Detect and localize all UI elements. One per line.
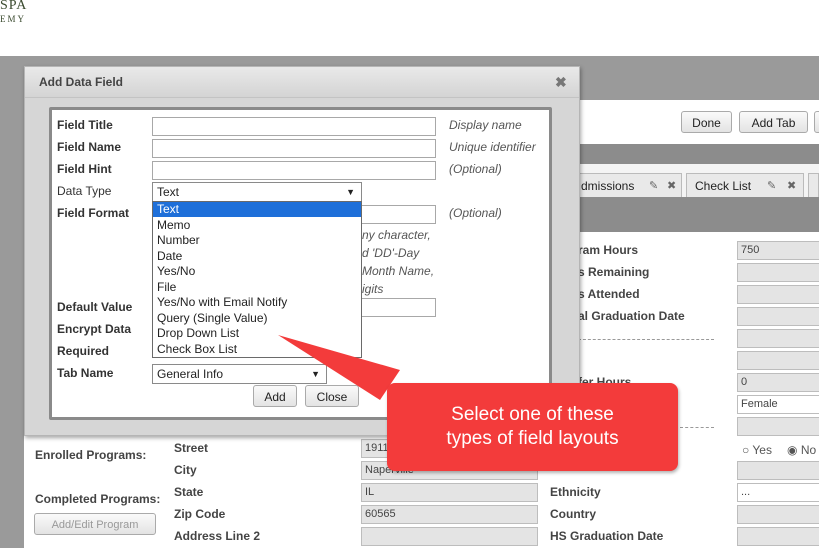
radio-icon: ○ — [742, 443, 750, 457]
format-help-text: ny character, — [362, 228, 431, 242]
hours-attended-label: s Attended — [578, 287, 640, 301]
logo-subtext: EMY — [0, 14, 26, 24]
edit-icon[interactable]: ✎ — [649, 174, 658, 198]
hours-remaining-label: s Remaining — [578, 265, 650, 279]
tab-name-value: General Info — [157, 367, 224, 381]
radio-selected-icon: ◉ — [787, 443, 798, 457]
tab-name-label: Tab Name — [57, 366, 114, 380]
format-help-text: Month Name, — [362, 264, 435, 278]
completed-programs-label: Completed Programs: — [35, 492, 161, 506]
field-hint-hint: (Optional) — [449, 162, 502, 176]
transfer-hours-field[interactable]: 0 — [737, 373, 819, 392]
dropdown-option-number[interactable]: Number — [153, 233, 361, 248]
dropdown-option-text[interactable]: Text — [153, 202, 361, 217]
dropdown-arrow-icon: ▼ — [346, 187, 355, 197]
hs-graduation-field[interactable] — [737, 527, 819, 546]
field[interactable] — [737, 417, 819, 436]
field-name-input[interactable] — [152, 139, 436, 158]
graduation-date-label: al Graduation Date — [578, 309, 685, 323]
done-button[interactable]: Done — [681, 111, 732, 133]
callout-line-2: types of field layouts — [446, 428, 619, 449]
field-hint-input[interactable] — [152, 161, 436, 180]
field-name-hint: Unique identifier — [449, 140, 536, 154]
hours-label: ram Hours — [578, 243, 639, 257]
field-title-input[interactable] — [152, 117, 436, 136]
callout-line-1: Select one of these — [451, 404, 614, 425]
radio-no-label: No — [800, 443, 817, 457]
street-label: Street — [174, 441, 209, 455]
field[interactable] — [737, 351, 819, 370]
field-format-label: Field Format — [57, 206, 130, 220]
address-line-2-field[interactable] — [361, 527, 538, 546]
radio-no[interactable]: ◉ No — [787, 443, 816, 457]
hs-graduation-label: HS Graduation Date — [550, 529, 664, 543]
field-name-label: Field Name — [57, 140, 122, 154]
divider — [578, 339, 714, 340]
field-title-hint: Display name — [449, 118, 522, 132]
divider — [680, 427, 714, 428]
add-edit-program-button[interactable]: Add/Edit Program — [34, 513, 156, 535]
format-help-text: igits — [362, 282, 384, 296]
close-icon[interactable]: ✖ — [787, 174, 796, 198]
hours-attended-field[interactable] — [737, 285, 819, 304]
ethnicity-label: Ethnicity — [550, 485, 601, 499]
country-field[interactable] — [737, 505, 819, 524]
address-line-2-label: Address Line 2 — [174, 529, 261, 543]
field-format-hint: (Optional) — [449, 206, 502, 220]
country-label: Country — [550, 507, 596, 521]
dropdown-option-memo[interactable]: Memo — [153, 218, 361, 233]
default-value-label: Default Value — [57, 300, 133, 314]
logo-text: SPA — [0, 0, 28, 13]
gender-select[interactable]: Female — [737, 395, 819, 414]
close-icon[interactable]: ✖ — [555, 74, 567, 91]
tab-check-list[interactable]: Check List ✎ ✖ — [686, 173, 804, 197]
data-type-label: Data Type — [57, 184, 112, 198]
city-label: City — [174, 463, 197, 477]
more-button[interactable] — [814, 111, 819, 133]
add-tab-button[interactable]: Add Tab — [739, 111, 808, 133]
dropdown-option-file[interactable]: File — [153, 280, 361, 295]
default-value-input[interactable] — [361, 298, 436, 317]
tab-label: dmissions — [581, 179, 635, 193]
radio-yes-label: Yes — [752, 443, 772, 457]
field-title-label: Field Title — [57, 118, 113, 132]
program-hours-field[interactable]: 750 — [737, 241, 819, 260]
tab-more[interactable] — [808, 173, 819, 197]
edit-icon[interactable]: ✎ — [767, 174, 776, 198]
field-hint-label: Field Hint — [57, 162, 112, 176]
field[interactable] — [737, 329, 819, 348]
dialog-header: Add Data Field ✖ — [25, 67, 579, 98]
data-type-value: Text — [157, 185, 180, 199]
zip-code-label: Zip Code — [174, 507, 226, 521]
callout-box: Select one of these types of field layou… — [387, 383, 678, 471]
state-label: State — [174, 485, 204, 499]
dropdown-option-yes-no-email[interactable]: Yes/No with Email Notify — [153, 295, 361, 310]
required-label: Required — [57, 344, 110, 358]
dropdown-option-date[interactable]: Date — [153, 249, 361, 264]
graduation-date-field[interactable] — [737, 307, 819, 326]
zip-code-field[interactable]: 60565 — [361, 505, 538, 524]
field[interactable] — [737, 461, 819, 480]
format-help-text: d 'DD'-Day — [362, 246, 420, 260]
state-field[interactable]: IL — [361, 483, 538, 502]
field-format-input[interactable] — [361, 205, 436, 224]
dialog-title: Add Data Field — [39, 75, 124, 89]
dropdown-option-yes-no[interactable]: Yes/No — [153, 264, 361, 279]
radio-yes[interactable]: ○ Yes — [742, 443, 772, 457]
enrolled-programs-label: Enrolled Programs: — [35, 448, 147, 462]
close-icon[interactable]: ✖ — [667, 174, 676, 198]
data-type-select[interactable]: Text ▼ — [152, 182, 362, 202]
tab-admissions[interactable]: dmissions ✎ ✖ — [572, 173, 682, 197]
hours-remaining-field[interactable] — [737, 263, 819, 282]
tab-label: Check List — [695, 179, 752, 193]
encrypt-data-label: Encrypt Data — [57, 322, 132, 336]
ethnicity-select[interactable]: ... — [737, 483, 819, 502]
